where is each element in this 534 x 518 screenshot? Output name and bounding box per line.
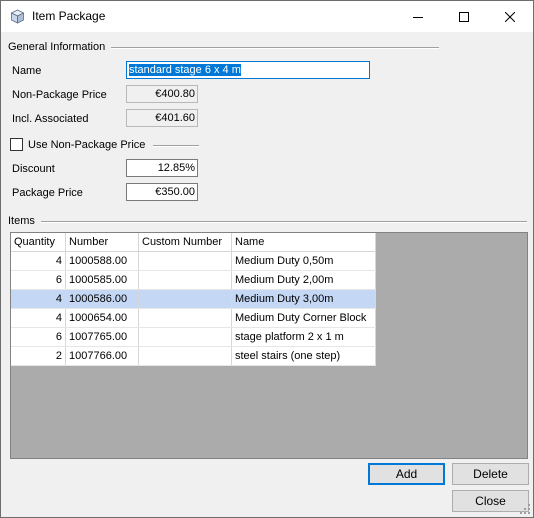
use-non-package-divider <box>153 145 199 147</box>
table-row[interactable]: 6 1007765.00 stage platform 2 x 1 m <box>11 327 376 347</box>
cell-quantity: 2 <box>11 346 66 366</box>
items-grid[interactable]: Quantity Number Custom Number Name 4 100… <box>10 232 528 459</box>
cell-name: Medium Duty Corner Block <box>231 308 376 328</box>
column-header-quantity[interactable]: Quantity <box>11 233 66 252</box>
items-header-row: Quantity Number Custom Number Name <box>11 233 376 252</box>
table-row[interactable]: 2 1007766.00 steel stairs (one step) <box>11 346 376 366</box>
window-title: Item Package <box>32 9 106 23</box>
incl-associated-label: Incl. Associated <box>12 113 89 125</box>
cell-custom-number <box>138 289 232 309</box>
close-icon <box>505 11 515 22</box>
package-price-field[interactable]: €350.00 <box>126 183 198 201</box>
cell-number: 1000588.00 <box>65 251 139 271</box>
table-row[interactable]: 6 1000585.00 Medium Duty 2,00m <box>11 270 376 290</box>
non-package-price-label: Non-Package Price <box>12 89 107 101</box>
minimize-button[interactable] <box>395 1 441 32</box>
general-information-divider <box>111 47 439 49</box>
title-bar[interactable]: Item Package <box>1 1 533 32</box>
column-header-name[interactable]: Name <box>231 233 376 252</box>
item-package-window: Item Package General Information Name st… <box>0 0 534 518</box>
cell-quantity: 4 <box>11 251 66 271</box>
cell-number: 1007765.00 <box>65 327 139 347</box>
minimize-icon <box>413 12 423 22</box>
close-dialog-button[interactable]: Close <box>452 490 529 512</box>
use-non-package-price-checkbox[interactable] <box>10 138 23 151</box>
resize-grip-icon[interactable] <box>519 503 531 515</box>
incl-associated-field: €401.60 <box>126 109 198 127</box>
cell-number: 1007766.00 <box>65 346 139 366</box>
cell-number: 1000585.00 <box>65 270 139 290</box>
cell-quantity: 6 <box>11 327 66 347</box>
cell-number: 1000586.00 <box>65 289 139 309</box>
cell-quantity: 6 <box>11 270 66 290</box>
cell-name: stage platform 2 x 1 m <box>231 327 376 347</box>
cell-name: Medium Duty 3,00m <box>231 289 376 309</box>
cell-custom-number <box>138 327 232 347</box>
use-non-package-price-label[interactable]: Use Non-Package Price <box>28 139 145 151</box>
close-button[interactable] <box>487 1 533 32</box>
maximize-button[interactable] <box>441 1 487 32</box>
add-button[interactable]: Add <box>368 463 445 485</box>
name-field[interactable]: standard stage 6 x 4 m <box>126 61 370 79</box>
cell-custom-number <box>138 346 232 366</box>
cell-name: Medium Duty 2,00m <box>231 270 376 290</box>
discount-field[interactable]: 12.85% <box>126 159 198 177</box>
package-price-label: Package Price <box>12 187 83 199</box>
cell-quantity: 4 <box>11 289 66 309</box>
table-row[interactable]: 4 1000588.00 Medium Duty 0,50m <box>11 251 376 271</box>
cell-name: Medium Duty 0,50m <box>231 251 376 271</box>
name-value: standard stage 6 x 4 m <box>129 64 241 76</box>
table-row[interactable]: 4 1000654.00 Medium Duty Corner Block <box>11 308 376 328</box>
name-label: Name <box>12 65 42 77</box>
cell-number: 1000654.00 <box>65 308 139 328</box>
column-header-number[interactable]: Number <box>65 233 139 252</box>
delete-button[interactable]: Delete <box>452 463 529 485</box>
cell-custom-number <box>138 270 232 290</box>
discount-label: Discount <box>12 163 55 175</box>
items-divider <box>41 221 527 223</box>
column-header-custom-number[interactable]: Custom Number <box>138 233 232 252</box>
general-information-label: General Information <box>8 41 106 53</box>
items-table: Quantity Number Custom Number Name 4 100… <box>11 233 376 366</box>
table-row-selected[interactable]: 4 1000586.00 Medium Duty 3,00m <box>11 289 376 309</box>
cell-name: steel stairs (one step) <box>231 346 376 366</box>
items-label: Items <box>8 215 35 227</box>
cell-custom-number <box>138 308 232 328</box>
cell-custom-number <box>138 251 232 271</box>
non-package-price-field: €400.80 <box>126 85 198 103</box>
package-cube-icon <box>10 9 25 24</box>
maximize-icon <box>459 11 469 22</box>
cell-quantity: 4 <box>11 308 66 328</box>
